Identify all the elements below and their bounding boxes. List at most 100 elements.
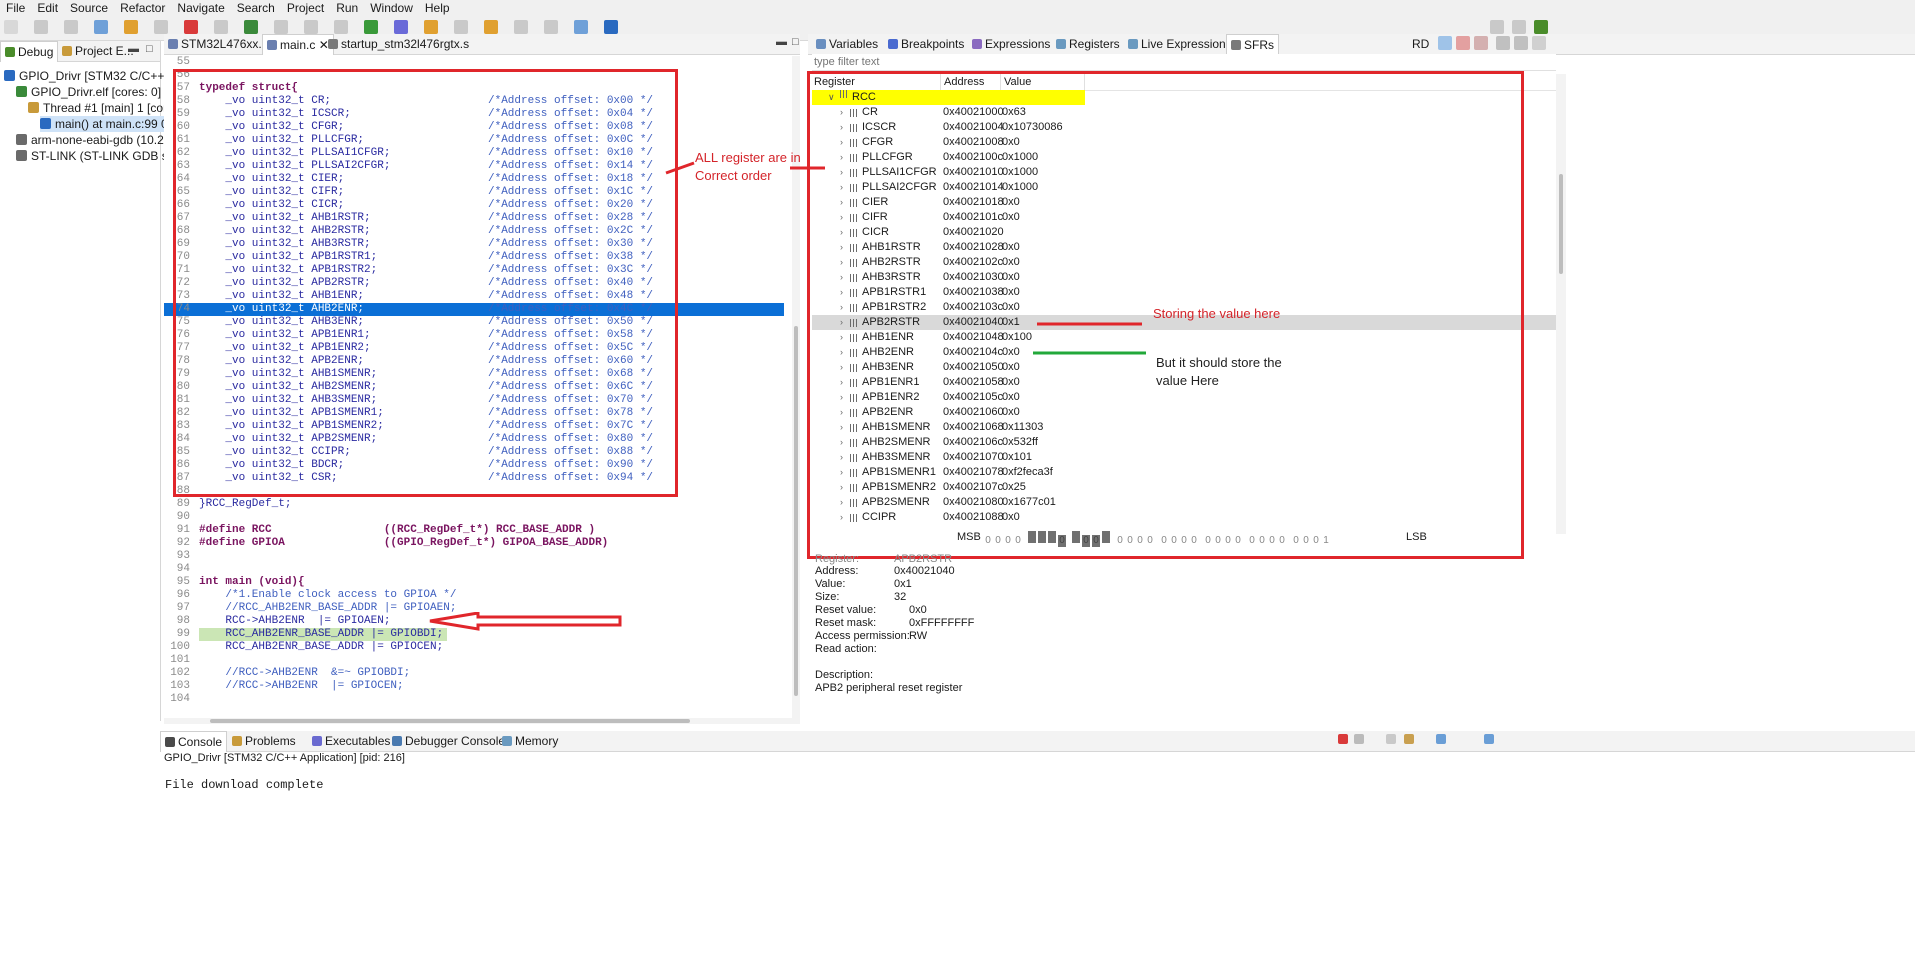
toolbar-tool-icon[interactable]: [454, 20, 468, 34]
tab-variables[interactable]: Variables: [812, 34, 882, 54]
tab-problems[interactable]: Problems: [228, 731, 300, 751]
search-icon[interactable]: [1490, 20, 1504, 34]
menu-source[interactable]: Source: [64, 0, 114, 16]
code-line[interactable]: 55: [164, 56, 784, 69]
toolbar-tool-icon[interactable]: [154, 20, 168, 34]
toolbar-tool-icon[interactable]: [214, 20, 228, 34]
toolbar-tool-icon[interactable]: [184, 20, 198, 34]
toolbar-tool-icon[interactable]: [124, 20, 138, 34]
debug-tree-item[interactable]: GPIO_Drivr [STM32 C/C++ App: [4, 68, 188, 84]
code-line[interactable]: 96 /*1.Enable clock access to GPIOA */: [164, 589, 784, 602]
menu-search[interactable]: Search: [231, 0, 281, 16]
code-line[interactable]: 93: [164, 550, 784, 563]
debug-perspective-icon[interactable]: [1534, 20, 1548, 34]
maximize-icon[interactable]: □: [146, 43, 153, 55]
code-line[interactable]: 89}RCC_RegDef_t;: [164, 498, 784, 511]
filter-input[interactable]: [812, 54, 1556, 71]
collapse-icon[interactable]: [1496, 36, 1510, 50]
menu-project[interactable]: Project: [281, 0, 330, 16]
menu-window[interactable]: Window: [364, 0, 419, 16]
code-line[interactable]: 103 //RCC->AHB2ENR |= GPIOCEN;: [164, 680, 784, 693]
code-line[interactable]: 101: [164, 654, 784, 667]
sfr-vscrollbar[interactable]: [1556, 74, 1566, 534]
toolbar-tool-icon[interactable]: [484, 20, 498, 34]
tab-console[interactable]: Console: [160, 731, 228, 752]
menu-edit[interactable]: Edit: [31, 0, 64, 16]
menu-bar: File Edit Source Refactor Navigate Search Proj…: [0, 0, 1915, 16]
debug-tree-item[interactable]: GPIO_Drivr.elf [cores: 0]: [16, 84, 161, 100]
debug-tree-item[interactable]: main() at main.c:99 0x: [40, 116, 174, 132]
sfr-hex-icon[interactable]: [1456, 36, 1470, 50]
debug-tree: GPIO_Drivr [STM32 C/C++ App GPIO_Drivr.el…: [0, 62, 191, 702]
scroll-lock-icon[interactable]: [1404, 734, 1414, 744]
code-line[interactable]: 102 //RCC->AHB2ENR &=~ GPIOBDI;: [164, 667, 784, 680]
tab-debugger-console[interactable]: Debugger Console: [388, 731, 509, 751]
terminate-icon[interactable]: [1338, 734, 1348, 744]
minimize-icon[interactable]: ▬: [128, 43, 139, 55]
code-line[interactable]: 104: [164, 693, 784, 706]
code-line[interactable]: 94: [164, 563, 784, 576]
tab-expressions[interactable]: Expressions: [968, 34, 1054, 54]
toolbar-tool-icon[interactable]: [4, 20, 18, 34]
sfr-format-icon[interactable]: [1438, 36, 1452, 50]
toolbar-tool-icon[interactable]: [364, 20, 378, 34]
rd-label[interactable]: RD: [1412, 37, 1429, 51]
tab-stm32l476xx-h[interactable]: STM32L476xx.h: [164, 34, 272, 54]
tab-breakpoints[interactable]: Breakpoints: [884, 34, 968, 54]
code-line[interactable]: 100 RCC_AHB2ENR_BASE_ADDR |= GPIOCEN;: [164, 641, 784, 654]
toolbar-tool-icon[interactable]: [94, 20, 108, 34]
code-line[interactable]: 95 int main (void){: [164, 576, 784, 589]
code-line[interactable]: 92 #define GPIOA ((GPIO_RegDef_t*) GIPOA_…: [164, 537, 784, 550]
tab-memory[interactable]: Memory: [498, 731, 562, 751]
menu-navigate[interactable]: Navigate: [171, 0, 230, 16]
clear-console-icon[interactable]: [1386, 734, 1396, 744]
toolbar-tool-icon[interactable]: [274, 20, 288, 34]
tab-project-explorer[interactable]: Project E...: [58, 41, 138, 61]
menu-file[interactable]: File: [0, 0, 31, 16]
tab-debug[interactable]: Debug: [0, 41, 59, 62]
minimize-icon[interactable]: ▬: [776, 36, 787, 48]
tab-live-expressions[interactable]: Live Expressions: [1124, 34, 1236, 54]
sfr-bin-icon[interactable]: [1474, 36, 1488, 50]
remove-launch-icon[interactable]: [1354, 734, 1364, 744]
pin-console-icon[interactable]: [1436, 734, 1446, 744]
toolbar-tool-icon[interactable]: [64, 20, 78, 34]
toolbar-tool-icon[interactable]: [334, 20, 348, 34]
toolbar-tool-icon[interactable]: [604, 20, 618, 34]
registers-icon: [1056, 39, 1066, 49]
code-line[interactable]: 90: [164, 511, 784, 524]
menu-refactor[interactable]: Refactor: [114, 0, 171, 16]
sfrs-icon: [1231, 40, 1241, 50]
tab-sfrs[interactable]: SFRs: [1226, 34, 1279, 55]
toolbar-tool-icon[interactable]: [424, 20, 438, 34]
debug-tree-item[interactable]: Thread #1 [main] 1 [core: [28, 100, 174, 116]
console-icons: [1336, 734, 1556, 748]
toolbar-tool-icon[interactable]: [244, 20, 258, 34]
toolbar-tool-icon[interactable]: [514, 20, 528, 34]
menu-run[interactable]: Run: [330, 0, 364, 16]
tab-startup-s[interactable]: startup_stm32l476rgtx.s: [324, 34, 473, 54]
menu-help[interactable]: Help: [419, 0, 456, 16]
toolbar-tool-icon[interactable]: [34, 20, 48, 34]
tree-node-icon: [28, 102, 39, 113]
toolbar-tool-icon[interactable]: [544, 20, 558, 34]
editor-hscrollbar[interactable]: [164, 718, 792, 724]
problems-icon: [232, 736, 242, 746]
debug-view: Debug Project E... ▬ □ GPIO_Drivr [STM32…: [0, 41, 191, 721]
minimize-icon[interactable]: [1532, 36, 1546, 50]
toolbar-tool-icon[interactable]: [574, 20, 588, 34]
maximize-icon[interactable]: □: [792, 36, 799, 48]
code-line[interactable]: 91 #define RCC ((RCC_RegDef_t*) RCC_BASE_…: [164, 524, 784, 537]
tab-registers[interactable]: Registers: [1052, 34, 1124, 54]
tab-executables[interactable]: Executables: [308, 731, 394, 751]
debug-tree-item[interactable]: arm-none-eabi-gdb (10.2.90: [16, 132, 180, 148]
toolbar-tool-icon[interactable]: [304, 20, 318, 34]
tab-main-c[interactable]: main.c ✕: [262, 34, 334, 55]
console-tabbar: Console Problems Executables Debugger Conso…: [160, 731, 1915, 752]
tree-node-icon: [4, 70, 15, 81]
toolbar-tool-icon[interactable]: [394, 20, 408, 34]
pin-icon[interactable]: [1514, 36, 1528, 50]
display-console-icon[interactable]: [1484, 734, 1494, 744]
breakpoints-icon: [888, 39, 898, 49]
perspective-icon[interactable]: [1512, 20, 1526, 34]
